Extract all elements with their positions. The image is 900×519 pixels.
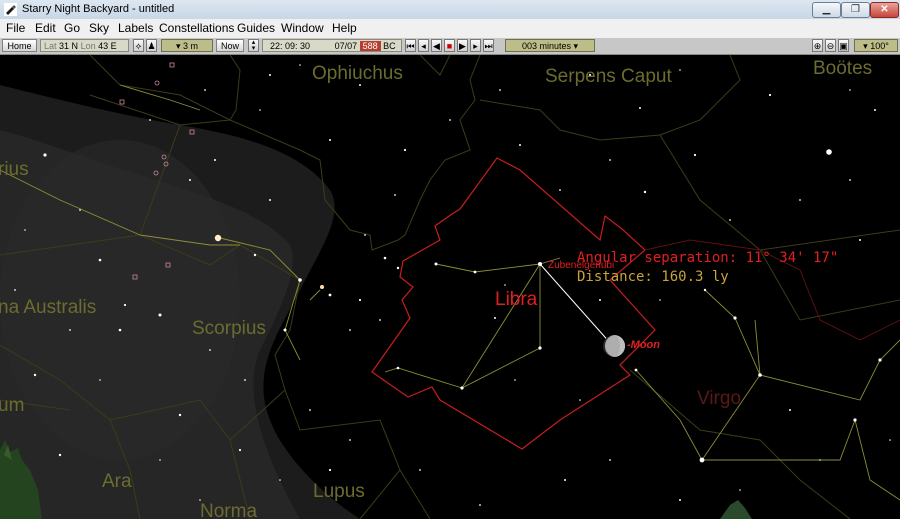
step-back-icon[interactable]: ◂ bbox=[418, 39, 429, 52]
label-partial-um: um bbox=[0, 395, 24, 416]
label-corona-australis-partial: na Australis bbox=[0, 297, 96, 318]
era-value: BC bbox=[383, 41, 396, 51]
label-virgo: Virgo bbox=[697, 388, 741, 409]
lon-value: 43 E bbox=[98, 41, 117, 51]
time-stepper-icon[interactable]: ▴ ▾ bbox=[248, 39, 259, 52]
close-button[interactable]: ✕ bbox=[870, 2, 899, 18]
moon-icon[interactable] bbox=[603, 335, 625, 357]
menu-go[interactable]: Go bbox=[64, 21, 80, 35]
time-date-field[interactable]: 22: 09: 30 07/07 588 BC bbox=[262, 39, 402, 52]
step-forward-icon[interactable]: ▸ bbox=[470, 39, 481, 52]
title-bar: Starry Night Backyard - untitled ▁ ❐ ✕ bbox=[0, 0, 900, 20]
skip-back-icon[interactable]: ⏮ bbox=[405, 39, 416, 52]
label-moon: -Moon bbox=[627, 339, 660, 351]
menu-help[interactable]: Help bbox=[332, 21, 357, 35]
label-ophiuchus: Ophiuchus bbox=[312, 63, 403, 84]
label-sagittarius-partial: rius bbox=[0, 159, 29, 180]
label-lupus: Lupus bbox=[313, 481, 365, 502]
label-moon-text: Moon bbox=[631, 339, 661, 351]
lon-label: Lon bbox=[80, 41, 96, 51]
label-serpens-caput: Serpens Caput bbox=[545, 66, 672, 87]
menu-sky[interactable]: Sky bbox=[89, 21, 109, 35]
play-icon[interactable]: ▶ bbox=[457, 39, 468, 52]
label-bootes: Boötes bbox=[813, 58, 872, 79]
menu-edit[interactable]: Edit bbox=[35, 21, 56, 35]
zoom-in-icon[interactable]: ⊕ bbox=[812, 39, 823, 52]
label-scorpius: Scorpius bbox=[192, 318, 266, 339]
toolbar: Home Lat 31 N Lon 43 E ⟡ ♟ ▾ 3 m Now ▴ ▾ … bbox=[0, 38, 900, 55]
zoom-out-icon[interactable]: ⊖ bbox=[825, 39, 836, 52]
time-step-dropdown[interactable]: 003 minutes ▾ bbox=[505, 39, 595, 52]
lat-value: 31 N bbox=[59, 41, 79, 51]
lat-label: Lat bbox=[44, 41, 57, 51]
sky-view[interactable]: Ophiuchus Serpens Caput Boötes rius na A… bbox=[0, 55, 900, 519]
field-of-view-dropdown[interactable]: ▾ 100° bbox=[854, 39, 898, 52]
menu-file[interactable]: File bbox=[6, 21, 25, 35]
menu-bar: File Edit Go Sky Labels Constellations G… bbox=[0, 19, 900, 39]
reverse-icon[interactable]: ◀ bbox=[431, 39, 442, 52]
compass-icon[interactable]: ⟡ bbox=[133, 39, 144, 52]
minimize-button[interactable]: ▁ bbox=[812, 2, 841, 18]
window-title: Starry Night Backyard - untitled bbox=[22, 3, 175, 15]
stop-icon[interactable]: ■ bbox=[444, 39, 455, 52]
year-value: 588 bbox=[359, 41, 381, 51]
zoom-box-icon[interactable]: ▣ bbox=[838, 39, 849, 52]
label-libra: Libra bbox=[495, 289, 538, 310]
time-value: 22: 09: 30 bbox=[270, 41, 311, 51]
menu-window[interactable]: Window bbox=[281, 21, 324, 35]
distance-readout: Distance: 160.3 ly bbox=[577, 269, 729, 285]
person-icon[interactable]: ♟ bbox=[146, 39, 157, 52]
date-value: 07/07 bbox=[334, 41, 358, 51]
angular-separation-readout: Angular separation: 11° 34' 17" bbox=[577, 250, 838, 266]
elevation-dropdown[interactable]: ▾ 3 m bbox=[161, 39, 213, 52]
telescope-app-icon bbox=[4, 3, 17, 16]
now-button[interactable]: Now bbox=[216, 39, 244, 52]
sky-map[interactable]: Ophiuchus Serpens Caput Boötes rius na A… bbox=[0, 55, 900, 519]
menu-guides[interactable]: Guides bbox=[237, 21, 275, 35]
location-field[interactable]: Lat 31 N Lon 43 E bbox=[40, 39, 129, 52]
home-button[interactable]: Home bbox=[2, 39, 37, 52]
label-ara: Ara bbox=[102, 471, 132, 492]
skip-forward-icon[interactable]: ⏭ bbox=[483, 39, 494, 52]
label-norma: Norma bbox=[200, 501, 257, 519]
menu-labels[interactable]: Labels bbox=[118, 21, 153, 35]
menu-constellations[interactable]: Constellations bbox=[159, 21, 234, 35]
maximize-button[interactable]: ❐ bbox=[841, 2, 870, 18]
